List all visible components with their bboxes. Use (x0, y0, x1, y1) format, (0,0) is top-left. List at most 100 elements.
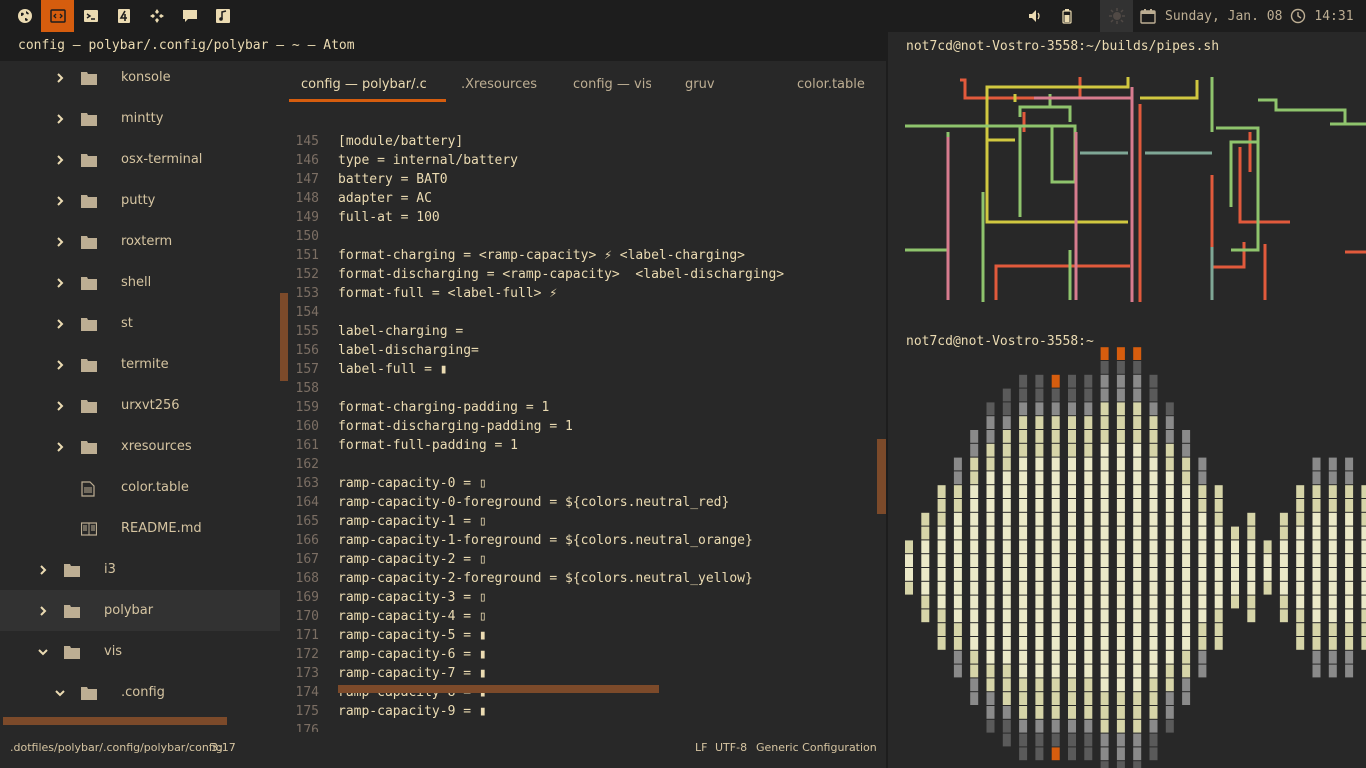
tree-item-vis[interactable]: vis (0, 631, 280, 672)
chevron-right-icon[interactable] (54, 72, 66, 84)
chevron-right-icon[interactable] (54, 277, 66, 289)
visualizer-bar-segment (1149, 540, 1158, 554)
tree-item-urxvt256[interactable]: urxvt256 (0, 385, 280, 426)
code-line[interactable]: 169 ramp-capacity-3 = ▯ (289, 590, 886, 609)
code-line[interactable]: 175 ramp-capacity-9 = ▮ (289, 704, 886, 723)
visualizer-bar-segment (1149, 664, 1158, 678)
code-line[interactable]: 158 (289, 381, 886, 400)
cursor-position[interactable]: 3:17 (211, 741, 236, 754)
tree-item-readme-md[interactable]: README.md (0, 508, 280, 549)
chat-icon[interactable] (173, 0, 206, 32)
code-line[interactable]: 155 label-charging = (289, 324, 886, 343)
visualizer-bar-segment (1035, 568, 1044, 581)
chevron-right-icon[interactable] (37, 605, 49, 617)
tree-item-shell[interactable]: shell (0, 262, 280, 303)
code-text: ramp-capacity-6 = ▮ (338, 647, 487, 662)
chevron-right-icon[interactable] (54, 400, 66, 412)
code-editor[interactable]: 145 [module/battery] 146 type = internal/ba… (289, 102, 886, 732)
visualizer-bar-segment (1084, 650, 1093, 664)
code-icon[interactable] (41, 0, 74, 32)
tree-item-termite[interactable]: termite (0, 344, 280, 385)
code-line[interactable]: 152 format-discharging = <ramp-capacity> … (289, 267, 886, 286)
code-line[interactable]: 145 [module/battery] (289, 134, 886, 153)
code-line[interactable]: 160 format-discharging-padding = 1 (289, 419, 886, 438)
code-line[interactable]: 148 adapter = AC (289, 191, 886, 210)
tree-view[interactable]: konsole mintty osx-terminal putty roxterm she… (0, 61, 283, 732)
code-line[interactable]: 162 (289, 457, 886, 476)
code-line[interactable]: 147 battery = BAT0 (289, 172, 886, 191)
chevron-right-icon[interactable] (54, 195, 66, 207)
tree-item-polybar[interactable]: polybar (0, 590, 280, 631)
chevron-down-icon[interactable] (54, 687, 66, 699)
code-line[interactable]: 163 ramp-capacity-0 = ▯ (289, 476, 886, 495)
terminal-vis[interactable]: not7cd@not-Vostro-3558:~ (890, 322, 1366, 768)
tab-config-polybar[interactable]: config — polybar/.c (289, 61, 446, 102)
tree-item-config[interactable]: .config (0, 672, 280, 713)
code-line[interactable]: 150 (289, 229, 886, 248)
chevron-right-icon[interactable] (54, 154, 66, 166)
tree-item-konsole[interactable]: konsole (0, 61, 280, 98)
code-line[interactable]: 164 ramp-capacity-0-foreground = ${colors… (289, 495, 886, 514)
code-line[interactable]: 172 ramp-capacity-6 = ▮ (289, 647, 886, 666)
tab-xresources[interactable]: .Xresources (461, 61, 561, 102)
terminal-pipes[interactable]: not7cd@not-Vostro-3558:~/builds/pipes.sh (890, 32, 1366, 322)
tree-item-color-table[interactable]: color.table (0, 467, 280, 508)
chevron-right-icon[interactable] (54, 113, 66, 125)
visualizer-bar-segment (1133, 595, 1142, 609)
tab-gruv[interactable]: gruv (685, 61, 745, 102)
encoding[interactable]: UTF-8 (715, 741, 747, 754)
tab-config-vis[interactable]: config — vis/. (573, 61, 651, 102)
editor-scrollbar[interactable] (877, 439, 886, 514)
code-line[interactable]: 171 ramp-capacity-5 = ▮ (289, 628, 886, 647)
code-line[interactable]: 170 ramp-capacity-4 = ▯ (289, 609, 886, 628)
code-line[interactable]: 156 label-discharging= (289, 343, 886, 362)
visualizer-bar-segment (1084, 581, 1093, 595)
code-line[interactable]: 168 ramp-capacity-2-foreground = ${colors… (289, 571, 886, 590)
code-line[interactable]: 154 (289, 305, 886, 324)
chevron-right-icon[interactable] (54, 318, 66, 330)
code-line[interactable]: 165 ramp-capacity-1 = ▯ (289, 514, 886, 533)
tree-item-osx-terminal[interactable]: osx-terminal (0, 139, 280, 180)
editor-horizontal-scrollbar[interactable] (338, 685, 659, 693)
code-line[interactable]: 173 ramp-capacity-7 = ▮ (289, 666, 886, 685)
terminal-icon[interactable] (74, 0, 107, 32)
visualizer-bar-segment (1100, 692, 1109, 705)
code-line[interactable]: 151 format-charging = <ramp-capacity> ⚡ <… (289, 248, 886, 267)
visualizer-bar-segment (1165, 402, 1174, 416)
code-line[interactable]: 159 format-charging-padding = 1 (289, 400, 886, 419)
number-4-icon[interactable] (107, 0, 140, 32)
speaker-icon[interactable] (1018, 0, 1051, 32)
code-line[interactable]: 161 format-full-padding = 1 (289, 438, 886, 457)
tree-item-label: xresources (121, 439, 192, 454)
battery-icon[interactable] (1050, 0, 1083, 32)
code-line[interactable]: 157 label-full = ▮ (289, 362, 886, 381)
code-line[interactable]: 176 (289, 723, 886, 732)
chevron-right-icon[interactable] (54, 236, 66, 248)
brightness-icon[interactable] (1100, 0, 1133, 32)
tree-item-putty[interactable]: putty (0, 180, 280, 221)
code-line[interactable]: 149 full-at = 100 (289, 210, 886, 229)
code-line[interactable]: 166 ramp-capacity-1-foreground = ${colors… (289, 533, 886, 552)
tree-item-xresources[interactable]: xresources (0, 426, 280, 467)
chevron-right-icon[interactable] (37, 564, 49, 576)
tree-item-i3[interactable]: i3 (0, 549, 280, 590)
tree-horizontal-scrollbar[interactable] (3, 717, 227, 725)
chevron-right-icon[interactable] (54, 359, 66, 371)
tree-scroll-indicator[interactable] (280, 293, 288, 381)
code-line[interactable]: 146 type = internal/battery (289, 153, 886, 172)
tab-color-table[interactable]: color.table (797, 61, 877, 102)
tree-item-st[interactable]: st (0, 303, 280, 344)
code-line[interactable]: 153 format-full = <label-full> ⚡ (289, 286, 886, 305)
chevron-right-icon[interactable] (54, 441, 66, 453)
tree-item-roxterm[interactable]: roxterm (0, 221, 280, 262)
line-ending[interactable]: LF (695, 741, 707, 754)
chevron-down-icon[interactable] (37, 646, 49, 658)
file-path[interactable]: .dotfiles/polybar/.config/polybar/config (10, 741, 223, 754)
code-line[interactable]: 167 ramp-capacity-2 = ▯ (289, 552, 886, 571)
tree-item-mintty[interactable]: mintty (0, 98, 280, 139)
gamepad-icon[interactable] (140, 0, 173, 32)
globe-icon[interactable] (8, 0, 41, 32)
music-icon[interactable] (206, 0, 239, 32)
grammar[interactable]: Generic Configuration (756, 741, 877, 754)
visualizer-bar-segment (970, 581, 979, 595)
